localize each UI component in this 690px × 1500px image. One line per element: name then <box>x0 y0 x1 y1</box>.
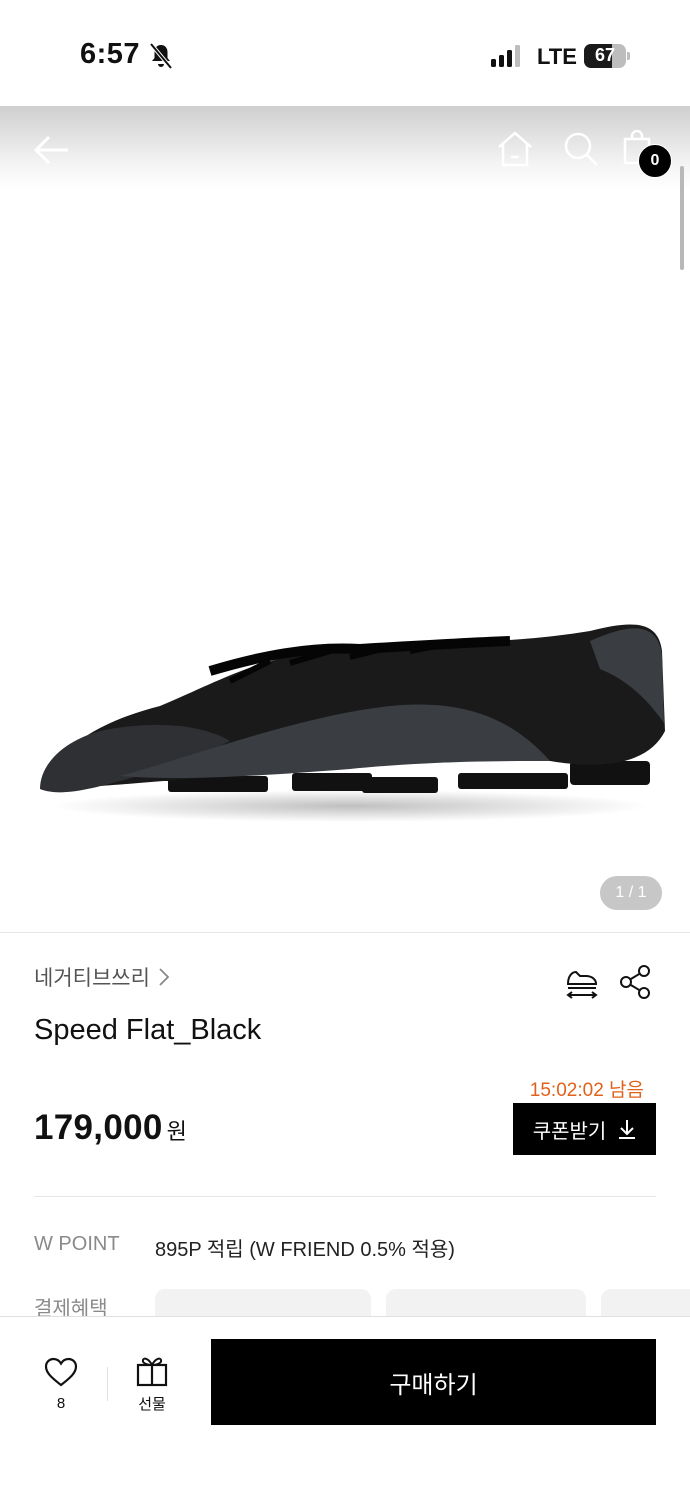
bell-off-icon <box>149 42 173 70</box>
product-image-gallery[interactable]: 0 1 / 1 <box>0 106 690 932</box>
brand-name: 네거티브쓰리 <box>34 967 150 990</box>
divider <box>34 1196 656 1197</box>
w-point-label: W POINT <box>34 1233 120 1255</box>
bottom-action-bar: 8 선물 구매하기 <box>0 1316 690 1500</box>
price: 179,000 원 <box>34 1108 187 1148</box>
coupon-countdown: 15:02:02 남음 <box>529 1080 644 1101</box>
status-bar: 6:57 LTE 67 <box>0 0 690 106</box>
price-unit: 원 <box>166 1119 187 1144</box>
buy-button[interactable]: 구매하기 <box>211 1339 656 1425</box>
gift-button[interactable]: 선물 <box>122 1355 182 1419</box>
divider <box>107 1367 108 1401</box>
cart-button[interactable]: 0 <box>622 130 672 178</box>
cart-count-badge: 0 <box>638 144 672 178</box>
gift-icon <box>136 1357 168 1387</box>
download-icon <box>619 1120 636 1139</box>
back-arrow-icon[interactable] <box>32 132 72 168</box>
share-icon[interactable] <box>618 964 652 1000</box>
battery-icon: 67 <box>584 44 630 68</box>
battery-level: 67 <box>594 45 616 65</box>
heart-icon <box>44 1357 78 1387</box>
like-count: 8 <box>56 1395 66 1412</box>
gift-label: 선물 <box>138 1396 166 1413</box>
status-time: 6:57 <box>80 38 141 70</box>
chevron-right-icon <box>159 968 170 986</box>
gallery-pager: 1 / 1 <box>600 876 662 910</box>
signal-icon <box>491 45 520 67</box>
divider <box>0 932 690 933</box>
product-photo <box>40 624 665 822</box>
size-fit-icon[interactable] <box>564 964 600 1000</box>
price-value: 179,000 <box>34 1108 163 1147</box>
scrollbar[interactable] <box>680 166 684 270</box>
brand-link[interactable]: 네거티브쓰리 <box>34 962 170 992</box>
home-icon[interactable] <box>496 130 534 168</box>
network-type: LTE <box>537 44 577 69</box>
coupon-download-button[interactable]: 쿠폰받기 <box>513 1103 656 1155</box>
product-title: Speed Flat_Black <box>34 1014 262 1046</box>
search-icon[interactable] <box>562 130 600 168</box>
like-button[interactable]: 8 <box>30 1357 92 1419</box>
w-point-value: 895P 적립 (W FRIEND 0.5% 적용) <box>155 1239 455 1261</box>
coupon-button-label: 쿠폰받기 <box>532 1120 607 1143</box>
